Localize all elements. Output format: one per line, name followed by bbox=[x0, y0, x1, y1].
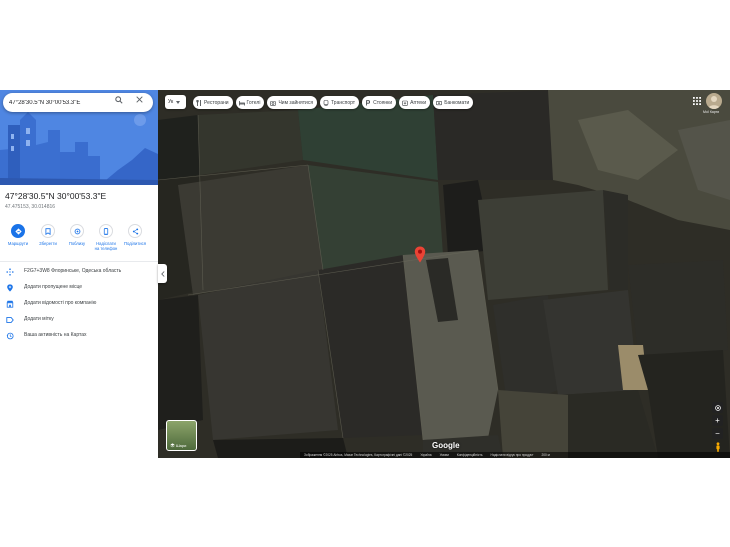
attribution-text: Зображення ©2025 Airbus, Maxar Technolog… bbox=[304, 453, 413, 457]
restaurant-icon bbox=[196, 99, 202, 106]
parking-icon bbox=[365, 99, 371, 106]
add-missing-place-row[interactable]: Додати пропущене місце bbox=[0, 282, 158, 294]
my-location-icon bbox=[714, 404, 721, 411]
directions-button[interactable]: Маршрути bbox=[3, 224, 33, 246]
directions-label: Маршрути bbox=[7, 241, 29, 246]
add-missing-place-text: Додати пропущене місце bbox=[24, 284, 83, 290]
category-chips: Ресторани Готелі Чим зайнятися Транспорт… bbox=[193, 96, 474, 109]
satellite-map[interactable] bbox=[158, 90, 730, 458]
action-bar: Маршрути Зберегти Поблизу Надіслати на т… bbox=[0, 224, 158, 256]
zoom-out-button[interactable]: − bbox=[712, 428, 723, 439]
share-label: Поділитися bbox=[123, 241, 147, 246]
scale-label: 200 м bbox=[541, 453, 550, 457]
add-place-icon bbox=[7, 284, 13, 292]
pegman-button[interactable] bbox=[712, 441, 723, 452]
apps-grid-icon[interactable] bbox=[693, 97, 701, 105]
layers-label: Шари bbox=[176, 443, 187, 448]
my-location-button[interactable] bbox=[712, 402, 723, 413]
chip-transit[interactable]: Транспорт bbox=[320, 96, 360, 109]
avatar[interactable] bbox=[706, 93, 722, 109]
search-box[interactable] bbox=[3, 93, 153, 112]
plus-icon: + bbox=[715, 416, 720, 425]
terms-link[interactable]: Умови bbox=[440, 453, 449, 457]
pharmacy-icon bbox=[402, 100, 408, 106]
add-business-text: Додати відомості про компанію bbox=[24, 300, 97, 306]
language-button[interactable]: Ук bbox=[165, 95, 186, 109]
place-panel: 47°28'30.5"N 30°00'53.3"E 47.475153, 30.… bbox=[0, 90, 158, 458]
attribution-bar: Зображення ©2025 Airbus, Maxar Technolog… bbox=[300, 452, 730, 458]
label-icon bbox=[6, 317, 14, 323]
save-label: Зберегти bbox=[39, 241, 57, 246]
layers-button[interactable]: Шари bbox=[166, 420, 197, 451]
chevron-left-icon bbox=[160, 270, 165, 277]
share-button[interactable]: Поділитися bbox=[120, 224, 150, 246]
divider bbox=[0, 261, 158, 262]
language-label: Ук bbox=[168, 99, 174, 105]
camera-icon bbox=[270, 100, 277, 106]
place-decimal-coords: 47.475153, 30.014816 bbox=[5, 204, 56, 210]
share-icon bbox=[132, 227, 138, 235]
chip-parking[interactable]: Стоянки bbox=[362, 96, 397, 109]
place-illustration bbox=[0, 90, 158, 185]
directions-icon bbox=[14, 227, 22, 235]
maps-activity-text: Ваша активність на Картах bbox=[24, 332, 87, 338]
transit-icon bbox=[323, 99, 329, 106]
chip-parking-label: Стоянки bbox=[373, 99, 393, 106]
nearby-icon bbox=[74, 228, 80, 234]
location-pin-icon[interactable] bbox=[414, 246, 426, 263]
minus-icon: − bbox=[715, 429, 720, 438]
chip-hotels[interactable]: Готелі bbox=[235, 96, 265, 109]
search-input[interactable] bbox=[9, 96, 109, 109]
chip-things-to-do-label: Чим зайнятися bbox=[278, 99, 314, 106]
chip-hotels-label: Готелі bbox=[246, 99, 261, 106]
feedback-link[interactable]: Надіслати відгук про продукт bbox=[491, 453, 534, 457]
collapse-panel-button[interactable] bbox=[158, 264, 167, 283]
bookmark-icon bbox=[45, 227, 51, 235]
nearby-button[interactable]: Поблизу bbox=[62, 224, 92, 246]
layers-icon bbox=[170, 443, 175, 448]
chip-things-to-do[interactable]: Чим зайнятися bbox=[267, 96, 318, 109]
chip-atms-label: Банкомати bbox=[444, 99, 470, 106]
nearby-label: Поблизу bbox=[68, 241, 86, 246]
chip-atms[interactable]: Банкомати bbox=[433, 96, 474, 109]
zoom-in-button[interactable]: + bbox=[712, 415, 723, 426]
map-controls: + − bbox=[712, 402, 724, 454]
chip-restaurants[interactable]: Ресторани bbox=[193, 96, 233, 109]
maps-activity-row[interactable]: Ваша активність на Картах bbox=[0, 330, 158, 342]
place-title: 47°28'30.5"N 30°00'53.3"E bbox=[5, 191, 107, 201]
add-business-row[interactable]: Додати відомості про компанію bbox=[0, 298, 158, 310]
business-icon bbox=[6, 300, 14, 308]
save-button[interactable]: Зберегти bbox=[33, 224, 63, 246]
plus-code-icon bbox=[6, 268, 14, 276]
chip-transit-label: Транспорт bbox=[331, 99, 356, 106]
region-link[interactable]: Україна bbox=[420, 453, 431, 457]
history-icon bbox=[6, 332, 14, 340]
hotel-icon bbox=[238, 100, 245, 106]
my-maps-label: Мої Карти bbox=[703, 110, 720, 114]
add-label-text: Додати мітку bbox=[24, 316, 54, 322]
google-logo: Google bbox=[432, 441, 460, 450]
maps-window: 47°28'30.5"N 30°00'53.3"E 47.475153, 30.… bbox=[0, 90, 730, 458]
search-icon[interactable] bbox=[115, 96, 128, 109]
caret-down-icon bbox=[176, 100, 181, 104]
phone-icon bbox=[103, 227, 109, 235]
pegman-icon bbox=[715, 441, 720, 452]
atm-icon bbox=[436, 100, 443, 106]
chip-restaurants-label: Ресторани bbox=[204, 99, 229, 106]
send-to-phone-label-l2: на телефон bbox=[94, 246, 118, 251]
send-to-phone-button[interactable]: Надіслати на телефон bbox=[91, 224, 121, 251]
privacy-link[interactable]: Конфіденційність bbox=[457, 453, 483, 457]
chip-pharmacies[interactable]: Аптеки bbox=[399, 96, 431, 109]
plus-code-row[interactable]: F2G7+3W8 Флоринське, Одеська область bbox=[0, 266, 158, 278]
chip-pharmacies-label: Аптеки bbox=[410, 99, 427, 106]
add-label-row[interactable]: Додати мітку bbox=[0, 314, 158, 326]
plus-code-text: F2G7+3W8 Флоринське, Одеська область bbox=[24, 268, 122, 274]
close-icon[interactable] bbox=[136, 96, 149, 109]
